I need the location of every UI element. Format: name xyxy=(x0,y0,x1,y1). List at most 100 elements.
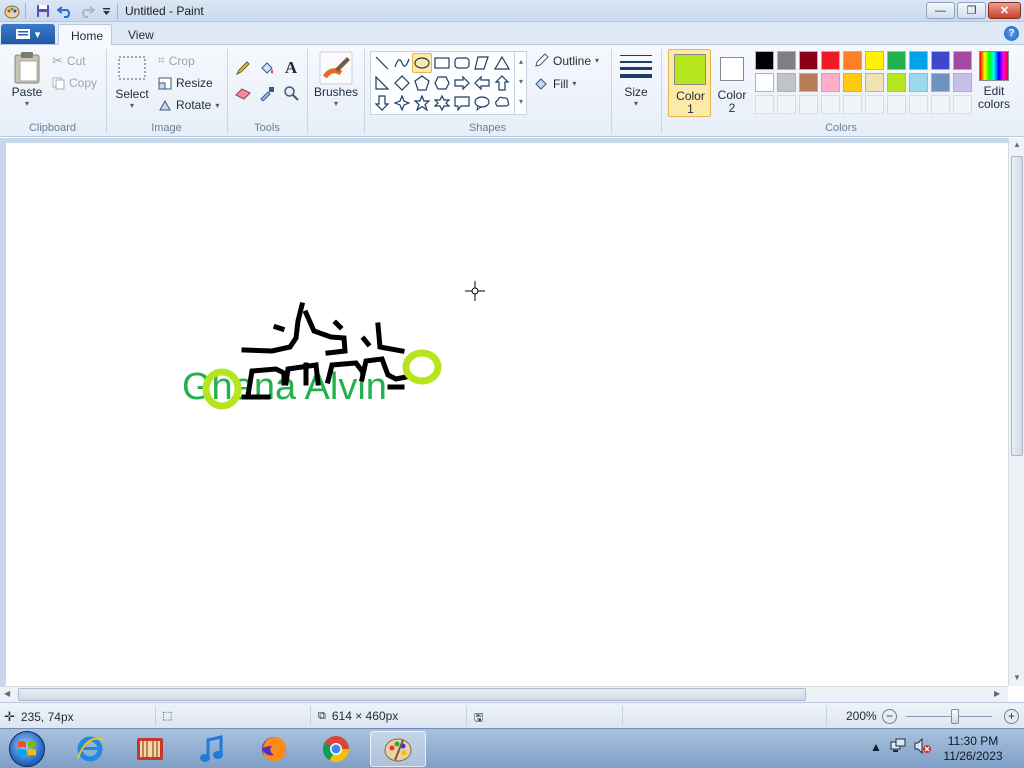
oval-shape-icon[interactable] xyxy=(412,53,432,73)
paste-button[interactable]: Paste ▾ xyxy=(8,51,46,108)
cut-button[interactable]: ✂ Cut xyxy=(52,53,86,69)
rectangle-shape-icon[interactable] xyxy=(432,53,452,73)
shapes-scroll[interactable]: ▴ ▾ ▾ xyxy=(514,52,527,114)
palette-swatch[interactable] xyxy=(953,51,972,70)
brushes-button[interactable]: Brushes ▾ xyxy=(312,51,360,108)
vertical-scroll-thumb[interactable] xyxy=(1011,156,1023,456)
right-arrow-shape-icon[interactable] xyxy=(452,73,472,93)
rounded-rectangle-shape-icon[interactable] xyxy=(452,53,472,73)
close-button[interactable]: ✕ xyxy=(988,2,1021,19)
palette-swatch-empty[interactable] xyxy=(843,95,862,114)
palette-swatch[interactable] xyxy=(799,73,818,92)
paint-icon[interactable] xyxy=(370,731,426,767)
palette-swatch[interactable] xyxy=(887,73,906,92)
palette-swatch[interactable] xyxy=(953,73,972,92)
text-tool-icon[interactable]: A xyxy=(281,58,301,78)
palette-swatch[interactable] xyxy=(887,51,906,70)
scroll-left-icon[interactable]: ◀ xyxy=(4,689,10,698)
palette-swatch[interactable] xyxy=(777,73,796,92)
diamond-shape-icon[interactable] xyxy=(392,73,412,93)
paint-app-icon[interactable] xyxy=(3,3,21,19)
select-button[interactable]: Select ▾ xyxy=(113,55,151,110)
show-hidden-icons[interactable]: ▲ xyxy=(870,740,882,754)
palette-swatch-empty[interactable] xyxy=(821,95,840,114)
up-arrow-shape-icon[interactable] xyxy=(492,73,512,93)
horizontal-scrollbar[interactable]: ◀ ▶ xyxy=(0,686,1008,702)
chrome-icon[interactable] xyxy=(308,731,364,767)
palette-swatch[interactable] xyxy=(755,73,774,92)
tab-home[interactable]: Home xyxy=(58,24,112,46)
undo-icon[interactable] xyxy=(56,3,74,19)
palette-swatch-empty[interactable] xyxy=(887,95,906,114)
help-icon[interactable]: ? xyxy=(1004,26,1019,41)
palette-swatch-empty[interactable] xyxy=(799,95,818,114)
drawing-canvas[interactable]: Ghana Alvin xyxy=(6,143,1008,686)
triangle-shape-icon[interactable] xyxy=(492,53,512,73)
line-shape-icon[interactable] xyxy=(372,53,392,73)
internet-explorer-icon[interactable] xyxy=(62,731,118,767)
palette-swatch[interactable] xyxy=(777,51,796,70)
palette-swatch[interactable] xyxy=(755,51,774,70)
outline-button[interactable]: Outline ▾ xyxy=(534,53,599,68)
eraser-icon[interactable] xyxy=(233,83,253,103)
palette-swatch-empty[interactable] xyxy=(755,95,774,114)
palette-swatch[interactable] xyxy=(865,73,884,92)
palette-swatch-empty[interactable] xyxy=(909,95,928,114)
left-arrow-shape-icon[interactable] xyxy=(472,73,492,93)
zoom-slider-thumb[interactable] xyxy=(951,709,959,724)
crop-button[interactable]: ⌗ Crop xyxy=(158,53,195,68)
palette-swatch[interactable] xyxy=(799,51,818,70)
media-center-icon[interactable] xyxy=(122,731,178,767)
horizontal-scroll-thumb[interactable] xyxy=(18,688,806,701)
palette-swatch-empty[interactable] xyxy=(953,95,972,114)
network-icon[interactable] xyxy=(890,738,906,757)
vertical-scrollbar[interactable]: ▲ ▼ xyxy=(1008,138,1024,686)
down-arrow-shape-icon[interactable] xyxy=(372,93,392,113)
oval-callout-shape-icon[interactable] xyxy=(472,93,492,113)
zoom-out-icon[interactable]: − xyxy=(882,709,897,724)
polygon-shape-icon[interactable] xyxy=(472,53,492,73)
six-point-star-shape-icon[interactable] xyxy=(432,93,452,113)
zoom-slider[interactable] xyxy=(906,716,992,717)
palette-swatch[interactable] xyxy=(931,73,950,92)
palette-swatch[interactable] xyxy=(909,73,928,92)
maximize-button[interactable]: ❐ xyxy=(957,2,986,19)
minimize-button[interactable]: — xyxy=(926,2,955,19)
zoom-in-icon[interactable]: + xyxy=(1004,709,1019,724)
size-button[interactable]: Size ▾ xyxy=(618,53,654,108)
pentagon-shape-icon[interactable] xyxy=(412,73,432,93)
right-triangle-shape-icon[interactable] xyxy=(372,73,392,93)
color2-button[interactable]: Color 2 xyxy=(712,49,752,117)
four-point-star-shape-icon[interactable] xyxy=(392,93,412,113)
palette-swatch-empty[interactable] xyxy=(777,95,796,114)
rotate-button[interactable]: Rotate ▾ xyxy=(158,98,219,112)
palette-swatch[interactable] xyxy=(931,51,950,70)
resize-button[interactable]: Resize xyxy=(158,76,213,90)
palette-swatch[interactable] xyxy=(821,73,840,92)
volume-muted-icon[interactable] xyxy=(914,737,932,757)
five-point-star-shape-icon[interactable] xyxy=(412,93,432,113)
customize-icon[interactable] xyxy=(100,3,112,19)
itunes-icon[interactable] xyxy=(184,731,240,767)
scroll-right-icon[interactable]: ▶ xyxy=(994,689,1000,698)
palette-swatch[interactable] xyxy=(909,51,928,70)
color-picker-icon[interactable] xyxy=(257,83,277,103)
copy-button[interactable]: Copy xyxy=(52,76,97,90)
palette-swatch[interactable] xyxy=(865,51,884,70)
fill-button[interactable]: Fill ▾ xyxy=(534,76,576,91)
palette-swatch[interactable] xyxy=(843,51,862,70)
palette-swatch-empty[interactable] xyxy=(931,95,950,114)
palette-swatch[interactable] xyxy=(843,73,862,92)
save-icon[interactable] xyxy=(34,3,52,19)
system-clock[interactable]: 11:30 PM 11/26/2023 xyxy=(936,734,1010,764)
scroll-down-icon[interactable]: ▼ xyxy=(1013,673,1021,682)
palette-swatch[interactable] xyxy=(821,51,840,70)
rect-callout-shape-icon[interactable] xyxy=(452,93,472,113)
fill-bucket-icon[interactable] xyxy=(257,58,277,78)
firefox-icon[interactable] xyxy=(246,731,302,767)
hexagon-shape-icon[interactable] xyxy=(432,73,452,93)
pencil-icon[interactable] xyxy=(233,58,253,78)
tab-view[interactable]: View xyxy=(116,24,166,46)
color1-button[interactable]: Color 1 xyxy=(668,49,711,117)
magnifier-icon[interactable] xyxy=(281,83,301,103)
